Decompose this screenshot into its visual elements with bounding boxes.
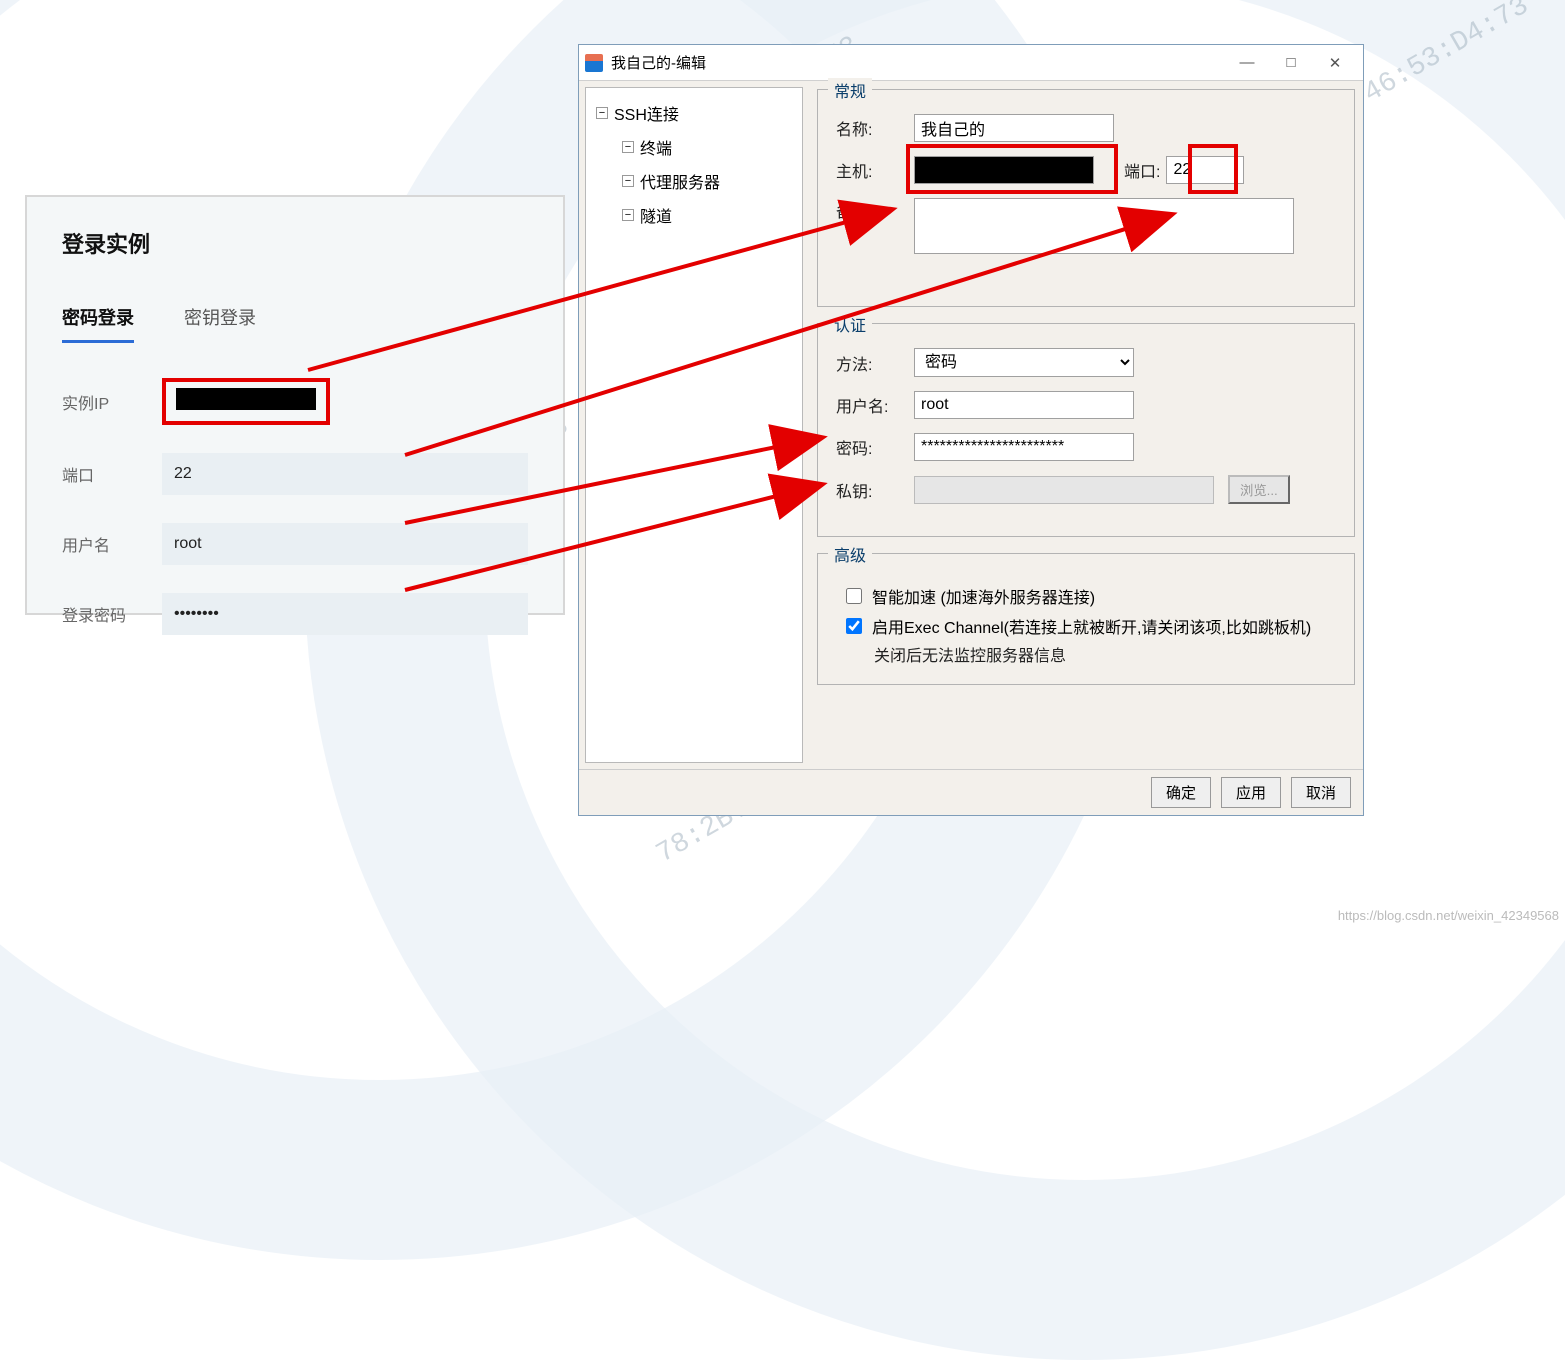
advanced-info: 关闭后无法监控服务器信息 <box>874 642 1336 666</box>
privkey-input <box>914 476 1214 504</box>
row-instance-ip: 实例IP <box>62 378 528 425</box>
blog-url: https://blog.csdn.net/weixin_42349568 <box>1338 908 1559 923</box>
row-user: 用户名 root <box>62 523 528 565</box>
tab-password-login[interactable]: 密码登录 <box>62 304 134 343</box>
auth-user-input[interactable] <box>914 391 1134 419</box>
tree-toggle-icon[interactable]: − <box>622 175 634 187</box>
smart-accel-label: 智能加速 (加速海外服务器连接) <box>872 584 1095 608</box>
ok-button[interactable]: 确定 <box>1151 777 1211 808</box>
group-auth: 认证 方法: 密码 用户名: 密码: 私钥: <box>817 323 1355 537</box>
note-input[interactable] <box>914 198 1294 254</box>
label-privkey: 私钥: <box>836 478 914 502</box>
host-input[interactable] <box>914 156 1094 184</box>
tab-key-login[interactable]: 密钥登录 <box>184 304 256 343</box>
tree-toggle-icon[interactable]: − <box>622 209 634 221</box>
close-button[interactable]: ✕ <box>1313 48 1357 78</box>
redacted-ip <box>176 388 316 410</box>
java-icon <box>585 54 603 72</box>
tree-toggle-icon[interactable]: − <box>596 107 608 119</box>
tree-proxy-label: 代理服务器 <box>640 169 720 193</box>
apply-button[interactable]: 应用 <box>1221 777 1281 808</box>
label-instance-ip: 实例IP <box>62 390 162 414</box>
label-port: 端口 <box>62 462 162 486</box>
minimize-button[interactable]: — <box>1225 48 1269 78</box>
login-title: 登录实例 <box>62 227 528 259</box>
pass-input[interactable]: •••••••• <box>162 593 528 635</box>
label-port: 端口: <box>1124 158 1160 182</box>
label-user: 用户名 <box>62 532 162 556</box>
tree-pane: − SSH连接 − 终端 − 代理服务器 − 隧道 <box>585 87 803 763</box>
ssh-edit-dialog: 我自己的-编辑 — □ ✕ − SSH连接 − 终端 − 代理服务器 − 隧道 <box>578 44 1364 816</box>
exec-channel-checkbox[interactable] <box>846 618 862 634</box>
port-input[interactable] <box>1166 156 1244 184</box>
row-port: 端口 22 <box>62 453 528 495</box>
tree-terminal-label: 终端 <box>640 135 672 159</box>
maximize-button[interactable]: □ <box>1269 48 1313 78</box>
label-note: 备注: <box>836 198 914 222</box>
label-user: 用户名: <box>836 393 914 417</box>
browse-button: 浏览... <box>1228 475 1290 504</box>
right-pane: 常规 名称: 主机: 端口: 备注: <box>809 81 1363 769</box>
tree-ssh-label: SSH连接 <box>614 101 679 125</box>
dialog-footer: 确定 应用 取消 <box>579 769 1363 815</box>
legend-advanced: 高级 <box>828 542 872 566</box>
dialog-titlebar: 我自己的-编辑 — □ ✕ <box>579 45 1363 81</box>
label-pass: 密码: <box>836 435 914 459</box>
legend-general: 常规 <box>828 78 872 102</box>
row-pass: 登录密码 •••••••• <box>62 593 528 635</box>
login-tabs: 密码登录 密钥登录 <box>62 304 528 343</box>
smart-accel-checkbox[interactable] <box>846 588 862 604</box>
label-method: 方法: <box>836 351 914 375</box>
tree-terminal[interactable]: − 终端 <box>618 130 796 164</box>
exec-channel-label: 启用Exec Channel(若连接上就被断开,请关闭该项,比如跳板机) <box>872 614 1311 638</box>
name-input[interactable] <box>914 114 1114 142</box>
login-panel: 登录实例 密码登录 密钥登录 实例IP 端口 22 用户名 root 登录密码 … <box>25 195 565 615</box>
group-general: 常规 名称: 主机: 端口: 备注: <box>817 89 1355 307</box>
tree-toggle-icon[interactable]: − <box>622 141 634 153</box>
tree-ssh[interactable]: − SSH连接 <box>592 96 796 130</box>
legend-auth: 认证 <box>828 312 872 336</box>
port-input[interactable]: 22 <box>162 453 528 495</box>
tree-tunnel-label: 隧道 <box>640 203 672 227</box>
label-pass: 登录密码 <box>62 602 162 626</box>
user-input[interactable]: root <box>162 523 528 565</box>
dialog-title: 我自己的-编辑 <box>611 52 706 73</box>
redbox-instance-ip <box>162 378 330 425</box>
tree-proxy[interactable]: − 代理服务器 <box>618 164 796 198</box>
cancel-button[interactable]: 取消 <box>1291 777 1351 808</box>
auth-pass-input[interactable] <box>914 433 1134 461</box>
group-advanced: 高级 智能加速 (加速海外服务器连接) 启用Exec Channel(若连接上就… <box>817 553 1355 685</box>
label-name: 名称: <box>836 116 914 140</box>
label-host: 主机: <box>836 158 914 182</box>
method-select[interactable]: 密码 <box>914 348 1134 377</box>
tree-tunnel[interactable]: − 隧道 <box>618 198 796 232</box>
